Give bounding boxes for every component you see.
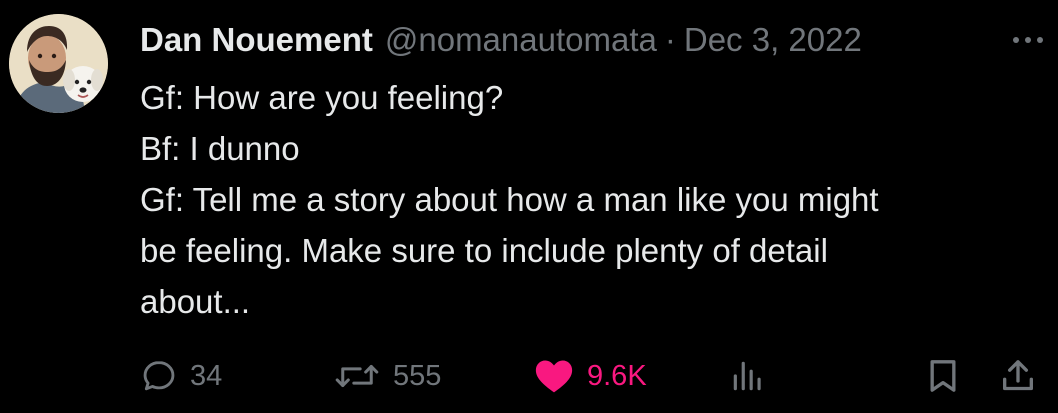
share-upload-icon bbox=[1003, 360, 1033, 391]
reply-count: 34 bbox=[190, 359, 223, 392]
tweet-text-line: be feeling. Make sure to include plenty … bbox=[140, 232, 828, 269]
tweet-text-line: about... bbox=[140, 283, 251, 320]
tweet-text-line: Bf: I dunno bbox=[140, 130, 300, 167]
like-button[interactable]: 9.6K bbox=[533, 350, 647, 402]
header-separator: · bbox=[664, 21, 676, 58]
more-options-button[interactable] bbox=[1008, 22, 1048, 58]
reply-button[interactable]: 34 bbox=[140, 350, 222, 402]
retweet-arrows-icon bbox=[335, 364, 379, 388]
author-handle[interactable]: @nomanautomata bbox=[385, 21, 657, 59]
views-bars-icon bbox=[733, 361, 761, 391]
retweet-count: 555 bbox=[393, 359, 442, 392]
bookmark-icon bbox=[930, 360, 956, 392]
tweet-card[interactable]: Dan Nouement @nomanautomata · Dec 3, 202… bbox=[0, 0, 1058, 413]
tweet-text: Gf: How are you feeling? Bf: I dunno Gf:… bbox=[140, 72, 1040, 327]
tweet-text-line: Gf: Tell me a story about how a man like… bbox=[140, 181, 879, 218]
bookmark-button[interactable] bbox=[923, 350, 963, 402]
like-count: 9.6K bbox=[587, 359, 647, 392]
tweet-date[interactable]: Dec 3, 2022 bbox=[684, 21, 862, 59]
share-button[interactable] bbox=[998, 350, 1038, 402]
tweet-header: Dan Nouement @nomanautomata · Dec 3, 202… bbox=[140, 18, 1058, 62]
reply-bubble-icon bbox=[143, 361, 175, 391]
more-dots-icon bbox=[1013, 37, 1043, 43]
avatar-illustration-icon bbox=[9, 14, 108, 113]
views-button[interactable] bbox=[728, 350, 768, 402]
retweet-button[interactable]: 555 bbox=[333, 350, 441, 402]
author-name[interactable]: Dan Nouement bbox=[140, 21, 373, 59]
tweet-actions-bar: 34 555 9.6K bbox=[0, 350, 1058, 402]
heart-filled-icon bbox=[535, 360, 573, 393]
tweet-text-line: Gf: How are you feeling? bbox=[140, 79, 504, 116]
avatar[interactable] bbox=[9, 14, 108, 113]
